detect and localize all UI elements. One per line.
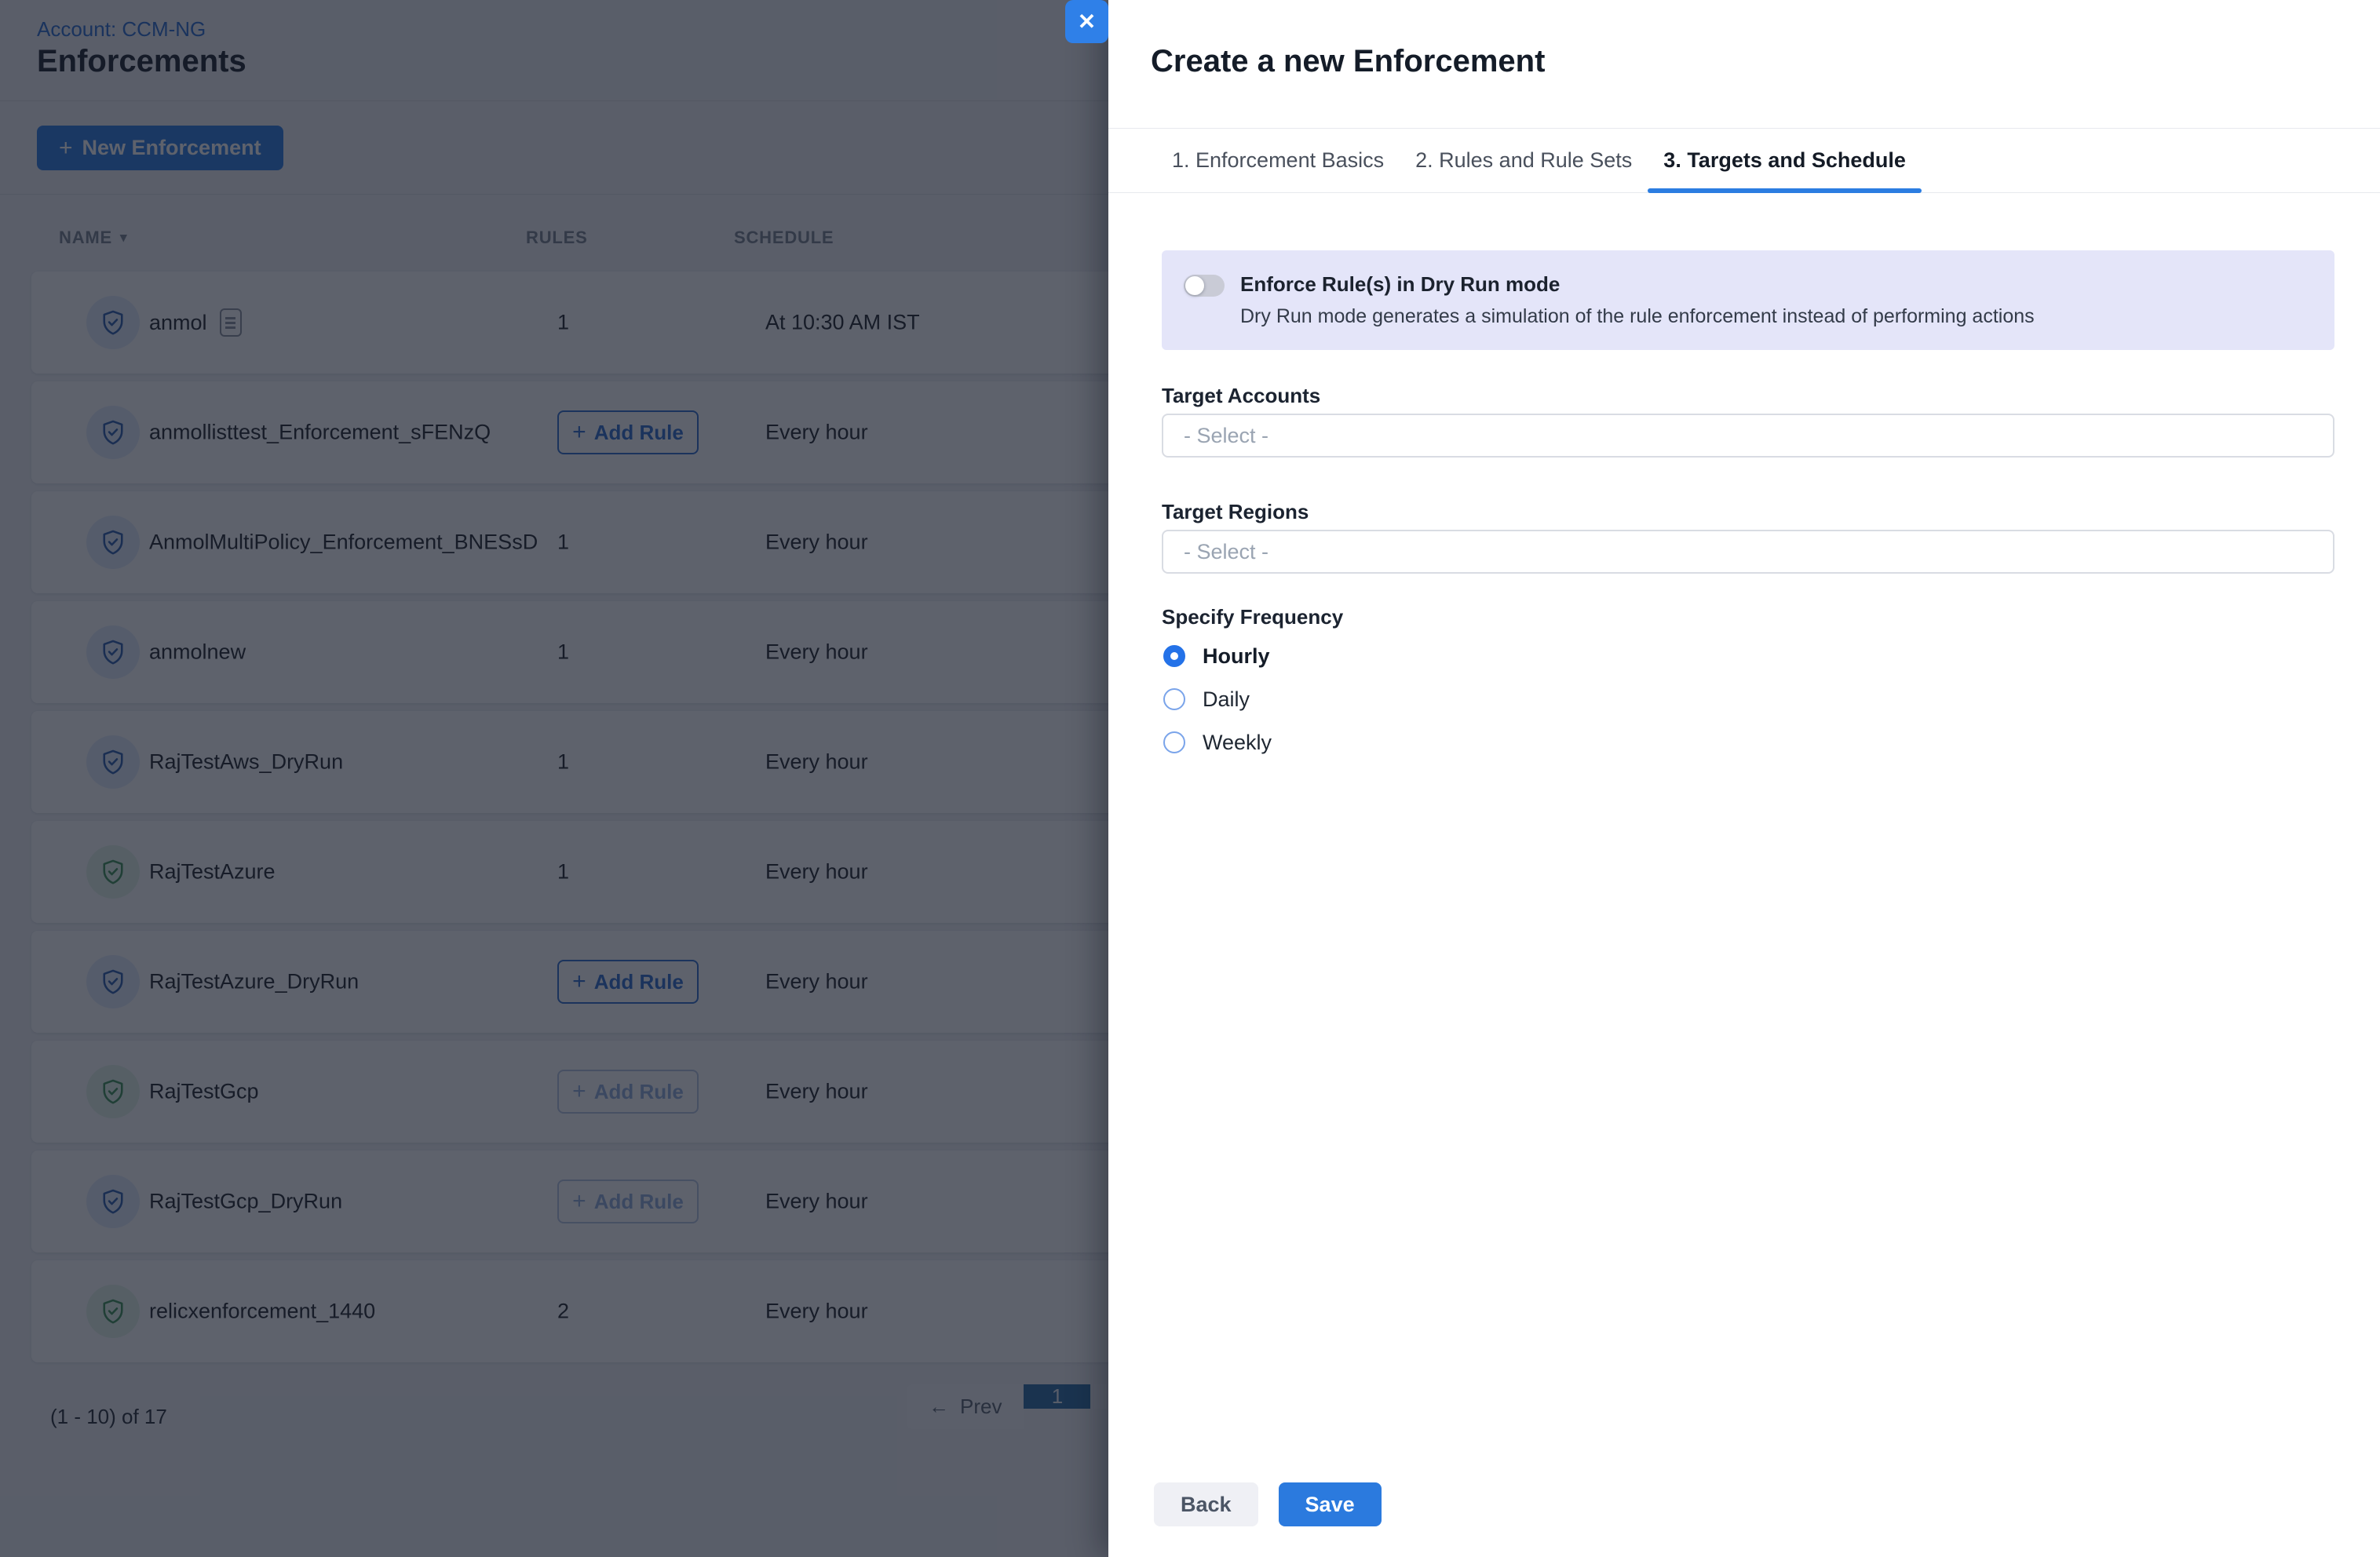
close-button[interactable]: ✕ <box>1065 0 1108 43</box>
frequency-option[interactable]: Weekly <box>1163 731 1272 754</box>
target-regions-select[interactable]: - Select - <box>1162 530 2334 574</box>
toggle-knob <box>1185 276 1204 295</box>
radio-icon <box>1163 731 1185 753</box>
drawer-content: Enforce Rule(s) in Dry Run mode Dry Run … <box>1162 193 2334 1557</box>
frequency-option[interactable]: Daily <box>1163 687 1250 711</box>
create-enforcement-drawer: ✕ Create a new Enforcement 1. Enforcemen… <box>1108 0 2380 1557</box>
dry-run-banner: Enforce Rule(s) in Dry Run mode Dry Run … <box>1162 250 2334 350</box>
frequency-option-label: Daily <box>1203 687 1250 712</box>
dry-run-toggle[interactable] <box>1184 275 1225 297</box>
frequency-option-label: Weekly <box>1203 731 1272 755</box>
wizard-tab[interactable]: 2. Rules and Rule Sets <box>1400 129 1648 192</box>
select-placeholder: - Select - <box>1184 540 1268 564</box>
wizard-tab[interactable]: 3. Targets and Schedule <box>1648 129 1922 192</box>
dry-run-title: Enforce Rule(s) in Dry Run mode <box>1240 272 1560 297</box>
frequency-option-label: Hourly <box>1203 644 1270 669</box>
drawer-title: Create a new Enforcement <box>1151 44 1545 79</box>
radio-icon <box>1163 645 1185 667</box>
target-accounts-label: Target Accounts <box>1162 384 1320 408</box>
target-regions-label: Target Regions <box>1162 500 1309 524</box>
wizard-tabs: 1. Enforcement Basics 2. Rules and Rule … <box>1108 128 2380 193</box>
wizard-tab[interactable]: 1. Enforcement Basics <box>1156 129 1400 192</box>
close-icon: ✕ <box>1078 9 1096 35</box>
frequency-option[interactable]: Hourly <box>1163 644 1270 668</box>
radio-icon <box>1163 688 1185 710</box>
dry-run-description: Dry Run mode generates a simulation of t… <box>1240 305 2035 328</box>
tab-label: 3. Targets and Schedule <box>1663 148 1906 173</box>
specify-frequency-label: Specify Frequency <box>1162 605 1343 629</box>
select-placeholder: - Select - <box>1184 424 1268 448</box>
save-button[interactable]: Save <box>1279 1482 1382 1526</box>
drawer-footer: Back Save <box>1154 1482 1382 1526</box>
back-button[interactable]: Back <box>1154 1482 1258 1526</box>
target-accounts-select[interactable]: - Select - <box>1162 414 2334 458</box>
tab-label: 2. Rules and Rule Sets <box>1415 148 1632 173</box>
tab-label: 1. Enforcement Basics <box>1172 148 1384 173</box>
